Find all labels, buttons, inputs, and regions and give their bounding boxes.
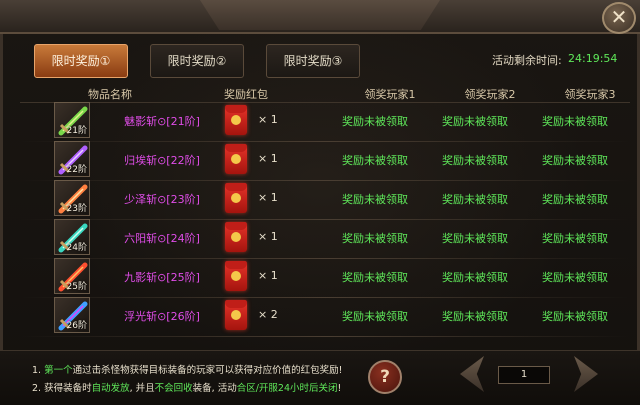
packet-quantity: × 1 — [258, 230, 278, 243]
item-level: 23阶 — [66, 204, 87, 214]
title-ornament — [200, 0, 440, 30]
table-header: 物品名称 奖励红包 领奖玩家1 领奖玩家2 领奖玩家3 — [20, 84, 630, 103]
item-level: 25阶 — [66, 282, 87, 292]
weapon-icon[interactable]: 26阶 — [54, 297, 90, 333]
player3-status: 奖励未被领取 — [542, 154, 608, 167]
table-row: 26阶 浮光斩⊙[26阶] × 2 奖励未被领取 奖励未被领取 奖励未被领取 — [20, 297, 630, 337]
note-1-highlight: 第一个 — [44, 365, 73, 376]
note-2-highlight-2: 不会回收 — [154, 383, 193, 394]
packet-quantity: × 1 — [258, 191, 278, 204]
item-name-link[interactable]: 归埃斩⊙[22阶] — [112, 152, 212, 168]
header-player2: 领奖玩家2 — [464, 88, 516, 101]
player1-status: 奖励未被领取 — [342, 271, 408, 284]
note-1-text: 通过击杀怪物获得目标装备的玩家可以获得对应价值的红包奖励! — [72, 365, 343, 376]
player1-status: 奖励未被领取 — [342, 154, 408, 167]
item-level: 22阶 — [66, 165, 87, 175]
player2-status: 奖励未被领取 — [442, 310, 508, 323]
player1-status: 奖励未被领取 — [342, 232, 408, 245]
item-level: 26阶 — [66, 321, 87, 331]
tab-reward-1[interactable]: 限时奖励① — [34, 44, 128, 78]
page-number: 1 — [498, 366, 550, 384]
player2-status: 奖励未被领取 — [442, 115, 508, 128]
player2-status: 奖励未被领取 — [442, 193, 508, 206]
player1-status: 奖励未被领取 — [342, 115, 408, 128]
note-2-highlight-3: 合区/开服24小时后关闭 — [236, 383, 338, 394]
countdown-label: 活动剩余时间: — [492, 54, 562, 67]
packet-quantity: × 1 — [258, 269, 278, 282]
note-2-highlight-1: 自动发放 — [91, 383, 130, 394]
table-row: 25阶 九影斩⊙[25阶] × 1 奖励未被领取 奖励未被领取 奖励未被领取 — [20, 258, 630, 298]
weapon-icon[interactable]: 23阶 — [54, 180, 90, 216]
item-name-link[interactable]: 魅影斩⊙[21阶] — [112, 113, 212, 129]
packet-quantity: × 1 — [258, 113, 278, 126]
header-player1: 领奖玩家1 — [364, 88, 416, 101]
note-1-prefix: 1. — [32, 365, 45, 376]
help-icon: ? — [380, 367, 390, 387]
item-level: 21阶 — [66, 126, 87, 136]
packet-quantity: × 1 — [258, 152, 278, 165]
player2-status: 奖励未被领取 — [442, 154, 508, 167]
player2-status: 奖励未被领取 — [442, 232, 508, 245]
weapon-icon[interactable]: 25阶 — [54, 258, 90, 294]
player3-status: 奖励未被领取 — [542, 232, 608, 245]
tab-reward-2[interactable]: 限时奖励② — [150, 44, 244, 78]
item-name-link[interactable]: 九影斩⊙[25阶] — [112, 269, 212, 285]
help-button[interactable]: ? — [368, 360, 402, 394]
table-row: 23阶 少泽斩⊙[23阶] × 1 奖励未被领取 奖励未被领取 奖励未被领取 — [20, 180, 630, 220]
weapon-icon[interactable]: 24阶 — [54, 219, 90, 255]
red-packet-icon — [225, 261, 247, 291]
note-2-text-2: 装备, 活动 — [192, 383, 237, 394]
item-level: 24阶 — [66, 243, 87, 253]
player3-status: 奖励未被领取 — [542, 271, 608, 284]
note-2-prefix: 2. 获得装备时 — [32, 383, 92, 394]
item-name-link[interactable]: 浮光斩⊙[26阶] — [112, 308, 212, 324]
player2-status: 奖励未被领取 — [442, 271, 508, 284]
packet-quantity: × 2 — [258, 308, 278, 321]
item-name-link[interactable]: 少泽斩⊙[23阶] — [112, 191, 212, 207]
red-packet-icon — [225, 105, 247, 135]
player1-status: 奖励未被领取 — [342, 310, 408, 323]
tab-reward-3[interactable]: 限时奖励③ — [266, 44, 360, 78]
table-row: 21阶 魅影斩⊙[21阶] × 1 奖励未被领取 奖励未被领取 奖励未被领取 — [20, 102, 630, 142]
player3-status: 奖励未被领取 — [542, 115, 608, 128]
red-packet-icon — [225, 183, 247, 213]
header-reward: 奖励红包 — [224, 88, 268, 101]
note-2-text-3: ! — [337, 383, 342, 394]
red-packet-icon — [225, 144, 247, 174]
weapon-icon[interactable]: 22阶 — [54, 141, 90, 177]
red-packet-icon — [225, 300, 247, 330]
weapon-icon[interactable]: 21阶 — [54, 102, 90, 138]
player3-status: 奖励未被领取 — [542, 193, 608, 206]
title-bar — [0, 0, 640, 34]
table-row: 22阶 归埃斩⊙[22阶] × 1 奖励未被领取 奖励未被领取 奖励未被领取 — [20, 141, 630, 181]
close-button[interactable]: ✕ — [602, 2, 636, 34]
header-player3: 领奖玩家3 — [564, 88, 616, 101]
player3-status: 奖励未被领取 — [542, 310, 608, 323]
red-packet-icon — [225, 222, 247, 252]
note-2: 2. 获得装备时自动发放, 并且不会回收装备, 活动合区/开服24小时后关闭! — [32, 380, 341, 394]
header-item-name: 物品名称 — [88, 88, 132, 101]
countdown-timer: 24:19:54 — [568, 52, 618, 65]
table-row: 24阶 六阳斩⊙[24阶] × 1 奖励未被领取 奖励未被领取 奖励未被领取 — [20, 219, 630, 259]
close-icon: ✕ — [610, 5, 628, 29]
item-name-link[interactable]: 六阳斩⊙[24阶] — [112, 230, 212, 246]
note-2-text-1: , 并且 — [129, 383, 155, 394]
player1-status: 奖励未被领取 — [342, 193, 408, 206]
note-1: 1. 第一个通过击杀怪物获得目标装备的玩家可以获得对应价值的红包奖励! — [32, 362, 342, 376]
